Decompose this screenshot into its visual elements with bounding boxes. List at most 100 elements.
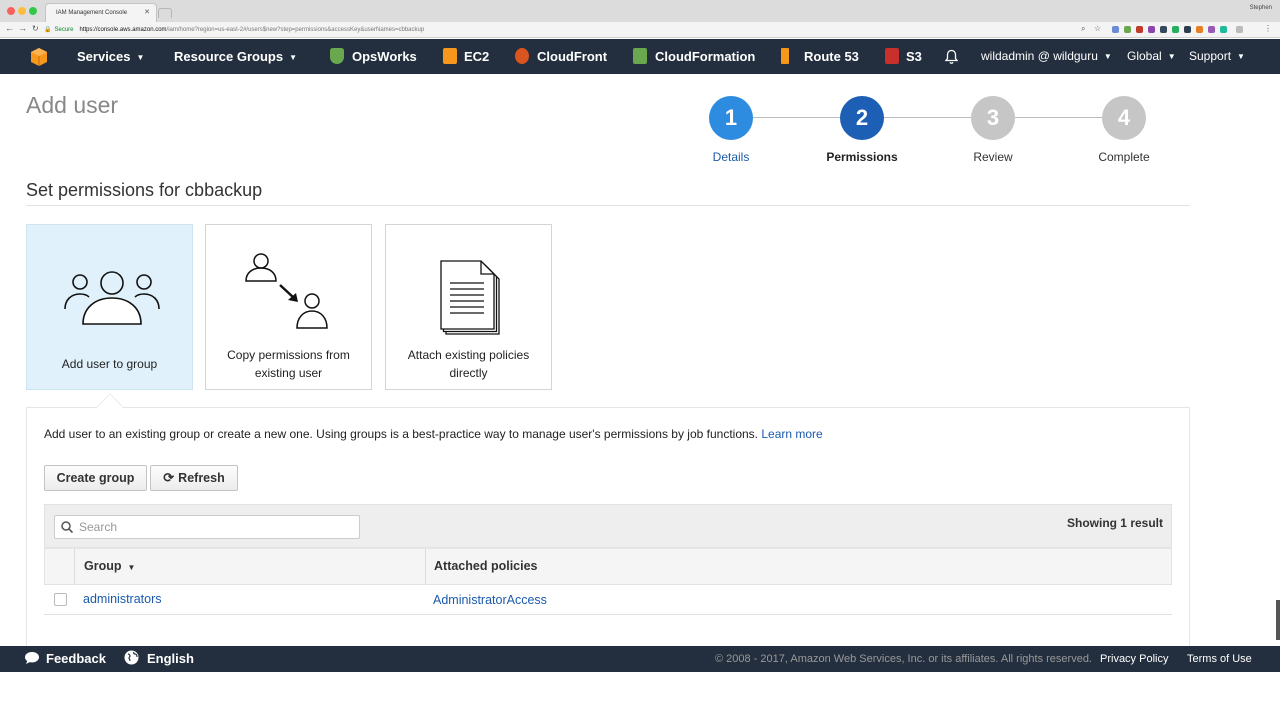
extension-icon[interactable] <box>1184 26 1191 33</box>
shortcut-ec2[interactable]: EC2 <box>464 39 489 74</box>
group-icon <box>64 271 160 325</box>
address-bar[interactable]: 🔒 Secure https://console.aws.amazon.com/ia… <box>44 24 1108 36</box>
step-3-circle: 3 <box>971 96 1015 140</box>
chevron-down-icon: ▼ <box>1237 52 1245 61</box>
search-icon <box>61 516 74 545</box>
column-divider <box>74 549 75 584</box>
policy-link[interactable]: AdministratorAccess <box>433 593 547 607</box>
create-group-button[interactable]: Create group <box>44 465 147 491</box>
minimize-window-icon[interactable] <box>18 7 26 15</box>
chevron-down-icon: ▼ <box>1167 52 1176 61</box>
extension-icon[interactable] <box>1112 26 1119 33</box>
extension-icon[interactable] <box>1172 26 1179 33</box>
chevron-down-icon: ▼ <box>289 53 298 62</box>
shortcut-opsworks[interactable]: OpsWorks <box>352 39 417 74</box>
extension-icon[interactable] <box>1208 26 1215 33</box>
step-3-label: Review <box>973 150 1013 164</box>
browser-tab[interactable]: IAM Management Console ✕ <box>45 3 157 22</box>
extension-icon[interactable] <box>1136 26 1143 33</box>
step-connector <box>1015 117 1103 118</box>
browser-tab-strip: IAM Management Console ✕ Stephen <box>0 0 1280 22</box>
step-2-label: Permissions <box>826 150 898 164</box>
column-divider <box>425 549 426 584</box>
refresh-icon: ⟳ <box>163 470 175 485</box>
step-connector <box>884 117 972 118</box>
chevron-down-icon: ▼ <box>136 53 145 62</box>
globe-icon <box>124 650 139 665</box>
page-title: Add user <box>26 92 119 118</box>
column-header-group[interactable]: Group ▼ <box>84 549 135 584</box>
secure-label: Secure <box>54 27 74 33</box>
shortcut-s3[interactable]: S3 <box>906 39 922 74</box>
step-2-circle: 2 <box>840 96 884 140</box>
cloudfront-icon <box>515 48 529 64</box>
shortcut-cloudfront[interactable]: CloudFront <box>537 39 607 74</box>
zoom-icon[interactable]: ⌕ <box>1081 24 1085 34</box>
region-menu[interactable]: Global ▼ <box>1127 39 1176 74</box>
services-menu[interactable]: Services ▼ <box>77 39 144 74</box>
resource-groups-menu[interactable]: Resource Groups ▼ <box>174 39 297 74</box>
option-label: Attach existing policies directly <box>407 348 530 380</box>
terms-of-use-link[interactable]: Terms of Use <box>1187 646 1252 672</box>
copy-permissions-icon <box>245 253 328 329</box>
browser-profile-name[interactable]: Stephen <box>1250 5 1272 11</box>
row-checkbox[interactable] <box>54 593 67 606</box>
bookmark-star-icon[interactable]: ☆ <box>1094 24 1101 33</box>
lock-icon: 🔒 <box>44 27 52 33</box>
tab-title: IAM Management Console <box>56 10 128 16</box>
opsworks-icon <box>330 48 344 64</box>
extension-icon[interactable] <box>1196 26 1203 33</box>
close-window-icon[interactable] <box>7 7 15 15</box>
step-4-label: Complete <box>1098 150 1150 164</box>
extension-icon[interactable] <box>1124 26 1131 33</box>
extension-icon[interactable] <box>1220 26 1227 33</box>
step-connector <box>753 117 841 118</box>
refresh-button[interactable]: ⟳ Refresh <box>150 465 238 491</box>
extension-icon[interactable] <box>1236 26 1243 33</box>
aws-logo-icon[interactable] <box>29 47 49 67</box>
url-path: /iam/home?region=us-east-2#/users$new?st… <box>166 27 425 33</box>
group-link[interactable]: administrators <box>83 592 162 606</box>
account-menu[interactable]: wildadmin @ wildguru ▼ <box>981 39 1112 74</box>
step-4-circle: 4 <box>1102 96 1146 140</box>
back-icon[interactable]: ← <box>5 23 14 33</box>
table-toolbar: Search Showing 1 result <box>44 504 1172 548</box>
ec2-icon <box>443 48 457 64</box>
feedback-link[interactable]: Feedback <box>24 646 106 672</box>
maximize-window-icon[interactable] <box>29 7 37 15</box>
scrollbar[interactable] <box>1276 600 1280 640</box>
language-selector[interactable]: English <box>124 646 194 672</box>
bell-icon[interactable] <box>944 49 959 65</box>
option-attach-policies[interactable]: Attach existing policies directly <box>385 224 552 390</box>
copyright-text: © 2008 - 2017, Amazon Web Services, Inc.… <box>715 653 1092 665</box>
shortcut-cloudformation[interactable]: CloudFormation <box>655 39 755 74</box>
support-menu[interactable]: Support ▼ <box>1189 39 1245 74</box>
step-1-circle[interactable]: 1 <box>709 96 753 140</box>
new-tab-button[interactable] <box>158 8 172 18</box>
option-add-user-to-group[interactable]: Add user to group <box>26 224 193 390</box>
step-1-label[interactable]: Details <box>681 150 781 164</box>
search-input[interactable]: Search <box>54 515 360 539</box>
panel-description: Add user to an existing group or create … <box>44 427 823 441</box>
reload-icon[interactable]: ↻ <box>32 24 39 33</box>
table-header: Group ▼ Attached policies <box>44 548 1172 585</box>
speech-bubble-icon <box>25 652 39 664</box>
shortcut-route53[interactable]: Route 53 <box>804 39 859 74</box>
extension-icon[interactable] <box>1148 26 1155 33</box>
extension-icon[interactable] <box>1160 26 1167 33</box>
option-copy-permissions[interactable]: Copy permissions from existing user <box>205 224 372 390</box>
column-header-policies: Attached policies <box>434 559 538 573</box>
divider <box>26 205 1190 206</box>
cloudformation-icon <box>633 48 647 64</box>
aws-top-nav: Services ▼ Resource Groups ▼ OpsWorks EC2 … <box>0 39 1280 74</box>
learn-more-link[interactable]: Learn more <box>761 427 822 441</box>
app-root: IAM Management Console ✕ Stephen ← → ↻ 🔒… <box>0 0 1280 720</box>
sort-desc-icon: ▼ <box>127 563 136 572</box>
browser-menu-icon[interactable]: ⋮ <box>1264 24 1272 33</box>
forward-icon[interactable]: → <box>18 23 27 33</box>
result-count: Showing 1 result <box>1066 516 1163 530</box>
section-title: Set permissions for cbbackup <box>26 180 263 200</box>
tab-close-icon[interactable]: ✕ <box>144 4 150 22</box>
option-label: Copy permissions from existing user <box>227 348 350 380</box>
privacy-policy-link[interactable]: Privacy Policy <box>1100 646 1168 672</box>
